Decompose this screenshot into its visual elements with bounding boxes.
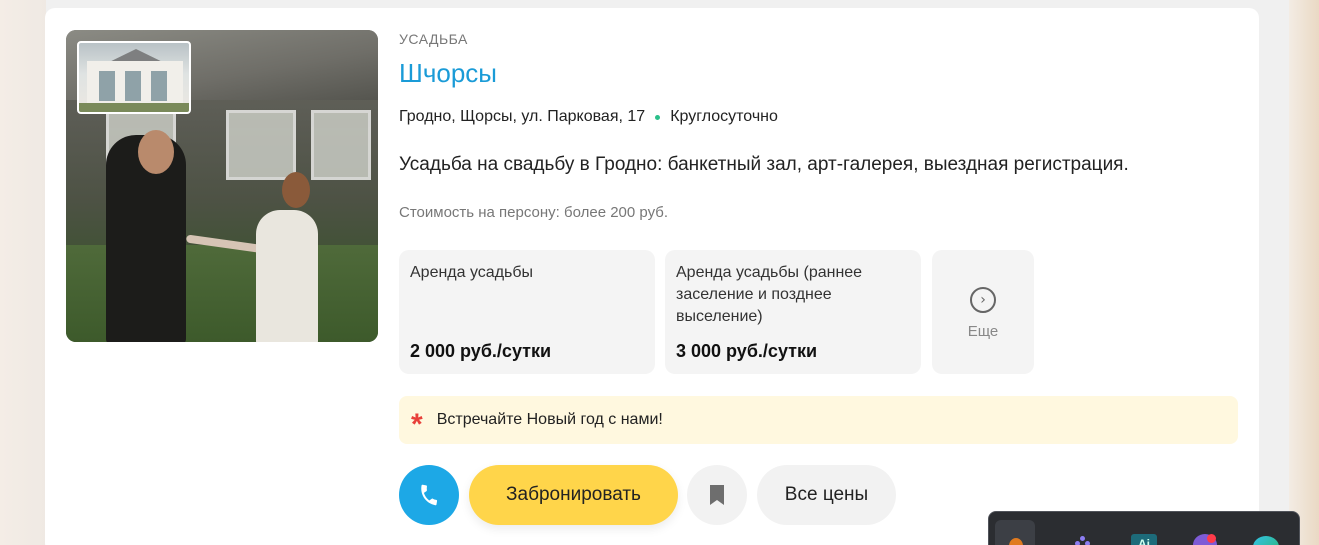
price-tile[interactable]: Аренда усадьбы (раннее заселение и поздн… [665,250,921,374]
listing-description: Усадьба на свадьбу в Гродно: банкетный з… [399,154,1129,175]
open-status-dot [655,114,661,120]
listing-card: УСАДЬБА Шчорсы Гродно, Щорсы, ул. Парков… [45,8,1259,545]
address-text[interactable]: Гродно, Щорсы, ул. Парковая, 17 [399,108,645,126]
price-tile-value: 3 000 руб./сутки [676,341,818,361]
book-button[interactable]: Забронировать [469,465,678,525]
price-tile[interactable]: Аренда усадьбы 2 000 руб./сутки [399,250,655,374]
teams-icon[interactable] [1075,536,1091,545]
promo-text: Встречайте Новый год с нами! [436,411,663,428]
page-background-left [0,0,46,545]
edge-icon[interactable] [1253,536,1279,545]
listing-address-row: Гродно, Щорсы, ул. Парковая, 17 Круглосу… [399,108,778,126]
taskbar-app-icon[interactable] [995,520,1035,545]
chevron-right-circle-icon: › [970,287,996,313]
price-tile-value: 2 000 руб./сутки [410,341,552,361]
hours-text: Круглосуточно [670,108,778,125]
all-prices-button[interactable]: Все цены [757,465,896,525]
listing-category: УСАДЬБА [399,31,468,47]
listing-photo[interactable] [66,30,378,342]
bookmark-icon [710,485,724,505]
illustrator-icon[interactable]: Ai [1131,534,1157,545]
asterisk-icon: * [411,408,423,441]
bookmark-button[interactable] [687,465,747,525]
more-label: Еще [967,323,999,340]
call-button[interactable] [399,465,459,525]
notification-badge [1207,534,1216,543]
phone-icon [421,484,438,506]
price-tile-label: Аренда усадьбы (раннее заселение и поздн… [676,264,863,325]
price-tile-label: Аренда усадьбы [410,264,534,281]
photo-thumbnail[interactable] [77,41,191,114]
listing-title[interactable]: Шчорсы [399,58,497,89]
more-prices-button[interactable]: › Еще [932,250,1034,374]
promo-banner: * Встречайте Новый год с нами! [399,396,1238,444]
page-background-right [1289,0,1319,545]
price-per-person: Стоимость на персону: более 200 руб. [399,204,668,221]
taskbar-flyout: Ai [988,511,1300,545]
